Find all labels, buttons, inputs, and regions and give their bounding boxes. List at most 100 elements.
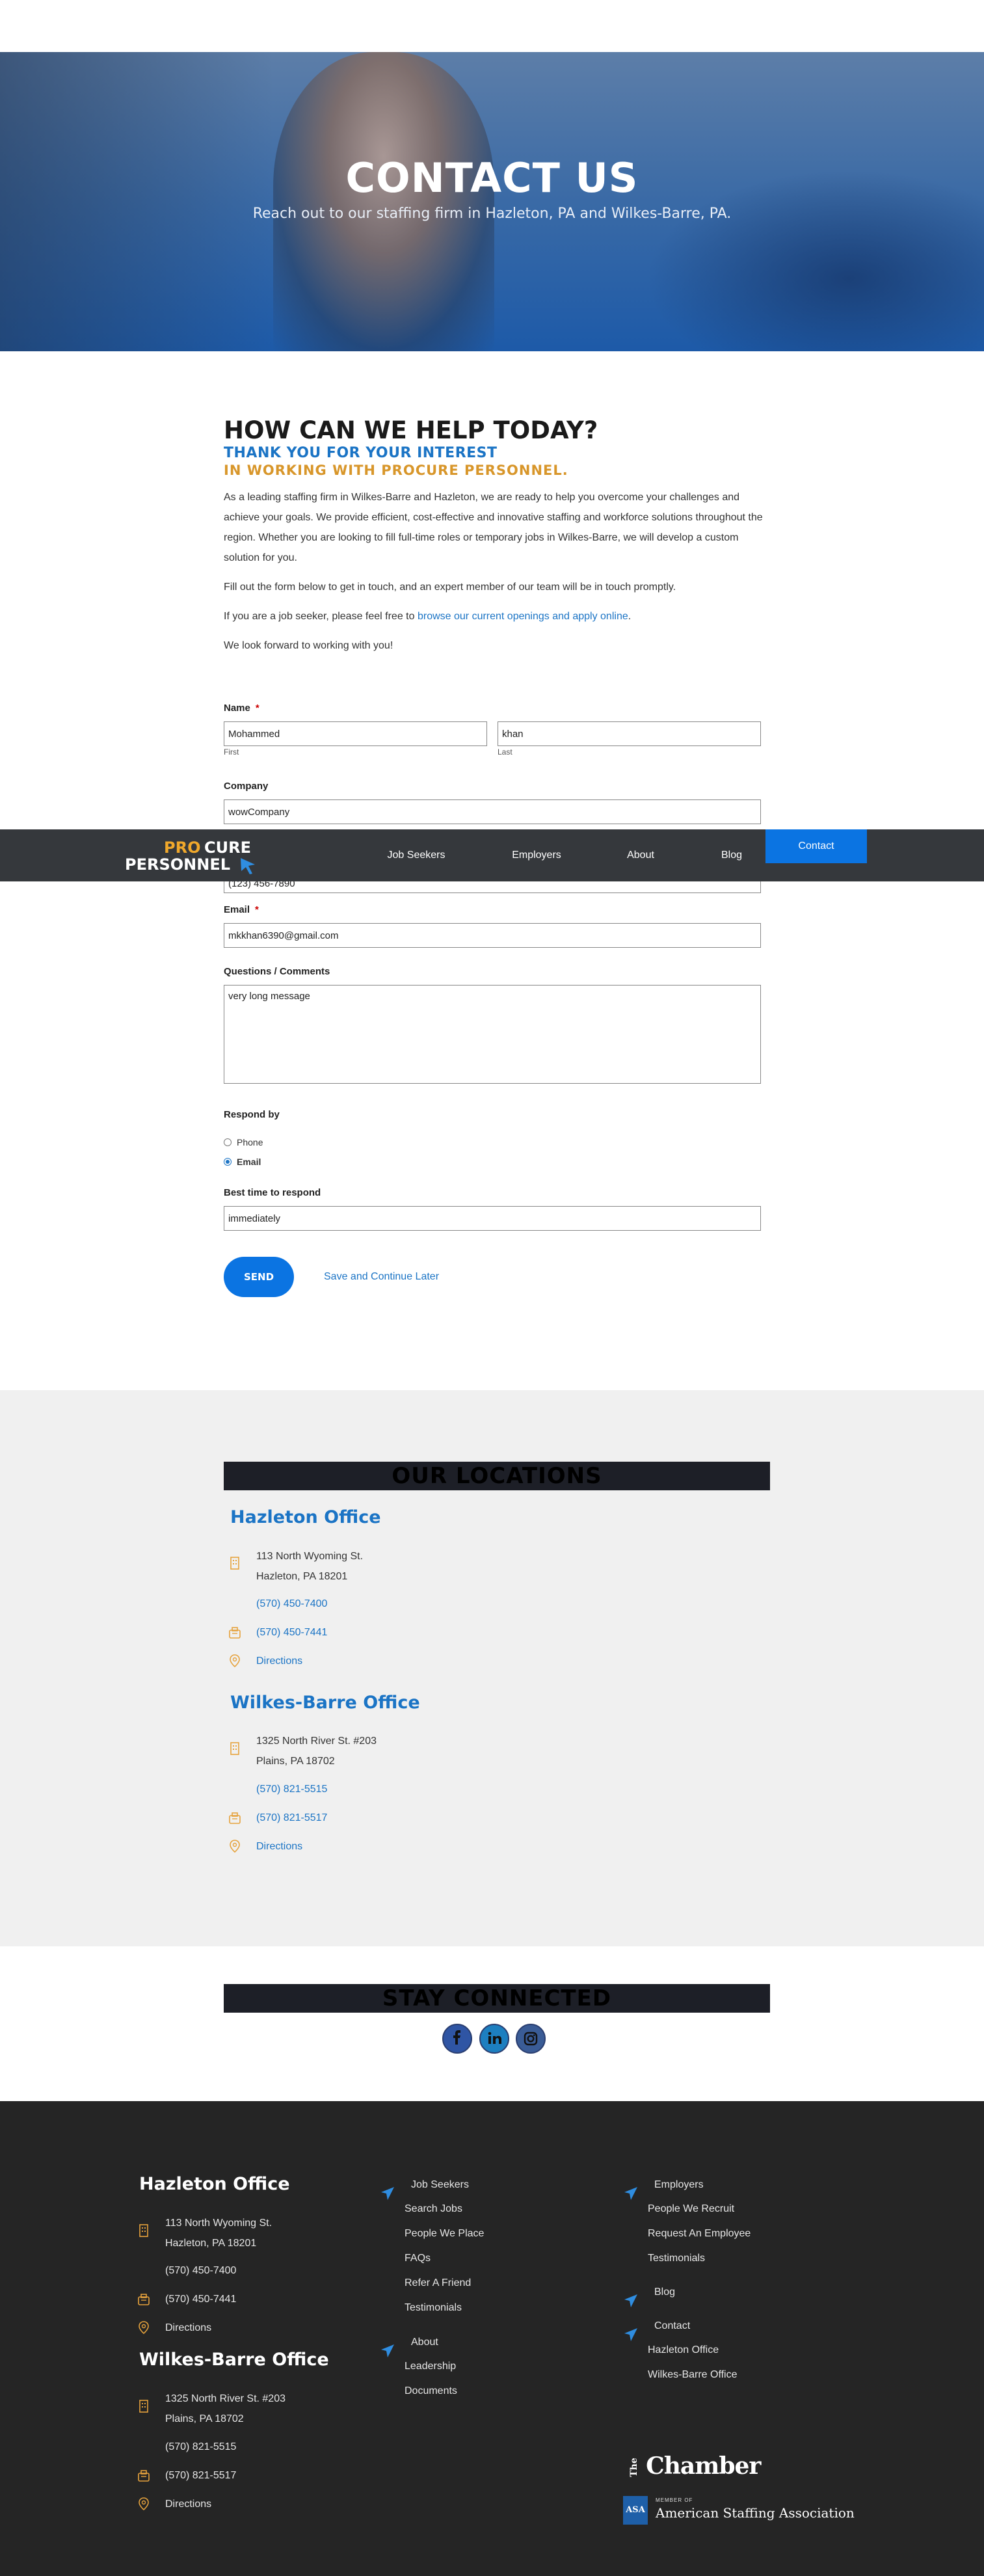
- procure-heading: IN WORKING WITH PROCURE PERSONNEL.: [224, 462, 568, 478]
- intro-section: HOW CAN WE HELP TODAY? THANK YOU FOR YOU…: [224, 416, 764, 665]
- hero-subtitle: Reach out to our staffing firm in Hazlet…: [252, 206, 732, 222]
- procure-logo[interactable]: PRO CURE PERSONNEL: [125, 837, 261, 876]
- footer-faqs[interactable]: FAQs: [405, 2253, 431, 2264]
- job-seeker-paragraph: If you are a job seeker, please feel fre…: [224, 610, 632, 622]
- footer-wilkes-barre-phone[interactable]: (570) 821-5515: [165, 2437, 236, 2457]
- nav-blog[interactable]: Blog: [696, 829, 767, 881]
- company-input[interactable]: [224, 799, 761, 824]
- last-name-input[interactable]: [498, 721, 761, 746]
- building-icon: [230, 1742, 239, 1755]
- cursor-icon: [624, 2328, 637, 2341]
- fax-icon: [138, 2294, 150, 2305]
- thank-you-heading: THANK YOU FOR YOUR INTEREST: [224, 445, 498, 462]
- wilkes-barre-directions-link[interactable]: Directions: [256, 1836, 302, 1857]
- respond-email-radio[interactable]: [224, 1158, 232, 1166]
- cursor-icon: [381, 2344, 394, 2357]
- footer: Hazleton Office 113 North Wyoming St. Haz…: [0, 2101, 984, 2576]
- fax-icon: [229, 1812, 241, 1824]
- intro-paragraph: As a leading staffing firm in Wilkes-Bar…: [224, 491, 763, 563]
- page-heading: HOW CAN WE HELP TODAY?: [224, 416, 598, 444]
- footer-hazleton-office-link[interactable]: Hazleton Office: [648, 2344, 719, 2356]
- email-label: Email *: [224, 904, 259, 915]
- wilkes-barre-phone-link[interactable]: (570) 821-5515: [256, 1779, 327, 1799]
- footer-hazleton-address: 113 North Wyoming St. Hazleton, PA 18201: [165, 2218, 273, 2249]
- footer-documents[interactable]: Documents: [405, 2385, 457, 2397]
- map-pin-icon: [139, 2321, 149, 2335]
- first-sublabel: First: [224, 747, 239, 757]
- sticky-nav: PRO CURE PERSONNEL Job Seekers Employers…: [0, 829, 984, 881]
- stay-connected-title: STAY CONNECTED: [224, 1984, 770, 2013]
- footer-search-jobs[interactable]: Search Jobs: [405, 2203, 462, 2215]
- respond-phone-option[interactable]: Phone: [224, 1137, 761, 1147]
- footer-wilkes-barre-fax[interactable]: (570) 821-5517: [165, 2465, 236, 2486]
- wilkes-barre-address: 1325 North River St. #203 Plains, PA 1870…: [256, 1736, 377, 1767]
- footer-hazleton-fax[interactable]: (570) 450-7441: [165, 2289, 236, 2309]
- footer-wilkes-barre-directions[interactable]: Directions: [165, 2494, 211, 2514]
- chamber-logo[interactable]: The Chamber: [623, 2452, 762, 2480]
- fax-icon: [229, 1627, 241, 1639]
- footer-blog[interactable]: Blog: [654, 2287, 675, 2298]
- footer-leadership[interactable]: Leadership: [405, 2361, 456, 2372]
- cursor-icon: [624, 2187, 637, 2200]
- map-pin-icon: [139, 2497, 149, 2511]
- save-later-link[interactable]: Save and Continue Later: [324, 1271, 439, 1283]
- footer-wilkes-barre-office-link[interactable]: Wilkes-Barre Office: [648, 2369, 738, 2381]
- cursor-icon: [241, 858, 255, 874]
- footer-wilkes-barre-address: 1325 North River St. #203 Plains, PA 1870…: [165, 2393, 286, 2424]
- footer-employers[interactable]: Employers: [654, 2179, 704, 2191]
- hazleton-address: 113 North Wyoming St. Hazleton, PA 18201: [256, 1551, 364, 1582]
- hazleton-office-title: Hazleton Office: [230, 1507, 381, 1527]
- footer-refer-a-friend[interactable]: Refer A Friend: [405, 2277, 471, 2289]
- footer-hazleton-directions[interactable]: Directions: [165, 2318, 211, 2338]
- footer-testimonials[interactable]: Testimonials: [405, 2302, 462, 2314]
- best-time-label: Best time to respond: [224, 1187, 321, 1198]
- closing-paragraph: We look forward to working with you!: [224, 639, 393, 651]
- linkedin-icon[interactable]: [479, 2024, 509, 2054]
- wilkes-barre-office-title: Wilkes-Barre Office: [230, 1693, 420, 1713]
- instagram-icon[interactable]: [516, 2024, 546, 2054]
- footer-about[interactable]: About: [411, 2337, 438, 2348]
- respond-email-option[interactable]: Email: [224, 1157, 761, 1167]
- footer-people-we-recruit[interactable]: People We Recruit: [648, 2203, 734, 2215]
- footer-wilkes-barre-title: Wilkes-Barre Office: [139, 2350, 329, 2370]
- send-button[interactable]: SEND: [224, 1257, 294, 1297]
- cursor-icon: [381, 2187, 394, 2200]
- facebook-icon[interactable]: [442, 2024, 472, 2054]
- footer-hazleton-title: Hazleton Office: [139, 2174, 290, 2194]
- fax-icon: [138, 2470, 150, 2482]
- building-icon: [230, 1557, 239, 1570]
- footer-request-employee[interactable]: Request An Employee: [648, 2228, 751, 2240]
- footer-hazleton-phone[interactable]: (570) 450-7400: [165, 2261, 236, 2281]
- building-icon: [139, 2400, 148, 2413]
- nav-employers[interactable]: Employers: [498, 829, 576, 881]
- cursor-icon: [624, 2294, 637, 2307]
- email-input[interactable]: [224, 923, 761, 948]
- comments-textarea[interactable]: very long message: [224, 985, 761, 1084]
- wilkes-barre-fax-link[interactable]: (570) 821-5517: [256, 1808, 327, 1828]
- hero-banner: CONTACT US Reach out to our staffing fir…: [0, 52, 984, 351]
- nav-contact[interactable]: Contact: [765, 829, 867, 863]
- company-label: Company: [224, 781, 269, 792]
- footer-employer-testimonials[interactable]: Testimonials: [648, 2253, 705, 2264]
- nav-about[interactable]: About: [605, 829, 676, 881]
- locations-title: OUR LOCATIONS: [224, 1462, 770, 1490]
- map-pin-icon: [230, 1840, 240, 1853]
- footer-job-seekers[interactable]: Job Seekers: [411, 2179, 469, 2191]
- footer-people-we-place[interactable]: People We Place: [405, 2228, 484, 2240]
- best-time-input[interactable]: [224, 1206, 761, 1231]
- last-sublabel: Last: [498, 747, 512, 757]
- hazleton-directions-link[interactable]: Directions: [256, 1651, 302, 1671]
- footer-contact[interactable]: Contact: [654, 2320, 690, 2332]
- asa-member-logo[interactable]: ASA MEMBER OF American Staffing Associat…: [623, 2495, 855, 2527]
- hazleton-fax-link[interactable]: (570) 450-7441: [256, 1622, 327, 1643]
- nav-job-seekers[interactable]: Job Seekers: [377, 829, 455, 881]
- name-label: Name *: [224, 703, 259, 714]
- respond-phone-radio[interactable]: [224, 1138, 232, 1146]
- browse-openings-link[interactable]: browse our current openings and apply on…: [418, 611, 628, 622]
- form-instructions: Fill out the form below to get in touch,…: [224, 581, 676, 593]
- locations-section: OUR LOCATIONS Hazleton Office 113 North …: [0, 1390, 984, 1946]
- hazleton-phone-link[interactable]: (570) 450-7400: [256, 1594, 327, 1614]
- respond-by-label: Respond by: [224, 1109, 280, 1120]
- first-name-input[interactable]: [224, 721, 487, 746]
- comments-label: Questions / Comments: [224, 966, 330, 977]
